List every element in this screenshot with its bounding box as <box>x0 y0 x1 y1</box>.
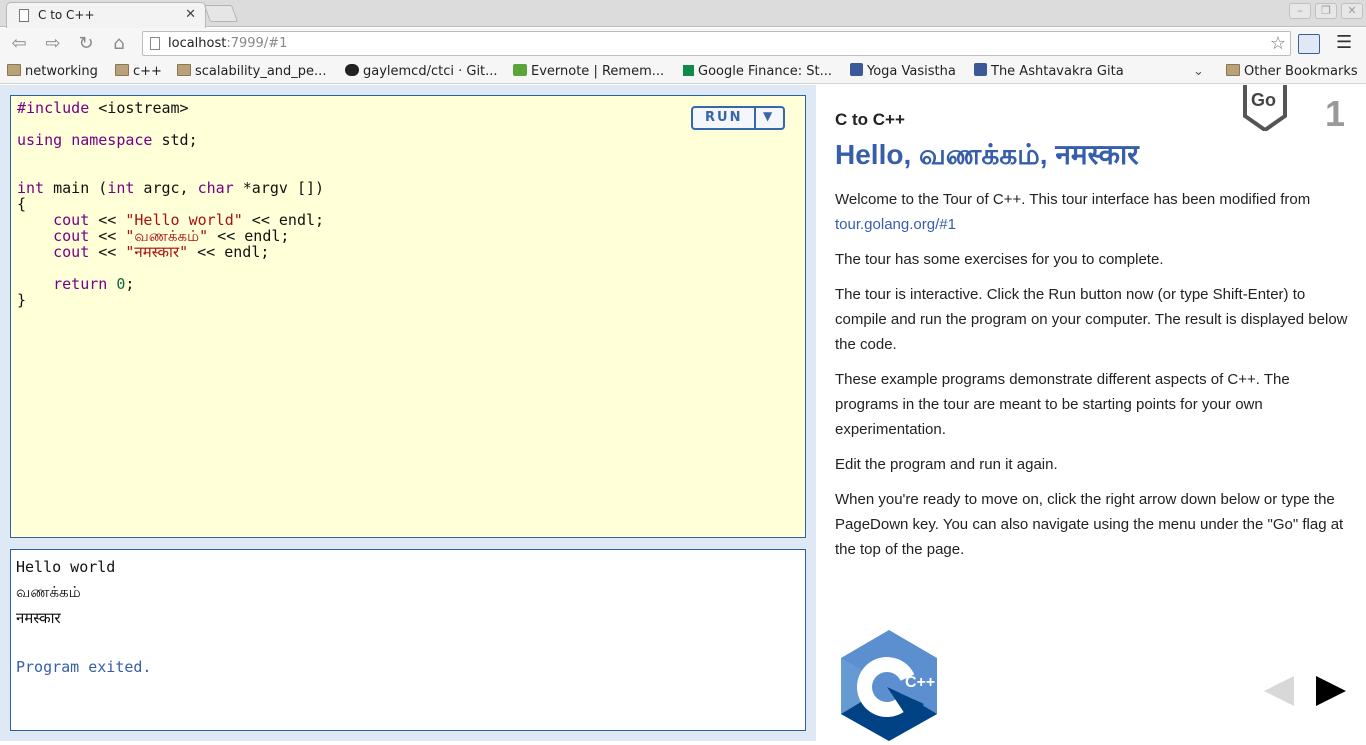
lesson-text: Welcome to the Tour of C++. This tour in… <box>835 187 1351 572</box>
back-icon[interactable]: ⇦ <box>7 32 31 56</box>
cpp-logo: C++ <box>839 630 939 745</box>
run-label: RUN <box>705 110 743 125</box>
output-line: வணக்கம் <box>16 583 81 601</box>
tour-golang-link[interactable]: tour.golang.org/#1 <box>835 216 956 233</box>
go-badge-text: Go <box>1251 90 1276 110</box>
new-tab-button[interactable] <box>203 5 239 22</box>
close-window-icon[interactable]: ✕ <box>1341 3 1363 19</box>
page-icon <box>150 37 160 50</box>
folder-icon <box>115 64 129 76</box>
paragraph: The tour is interactive. Click the Run b… <box>835 286 1348 353</box>
chevron-down-icon[interactable]: ▼ <box>763 109 774 123</box>
page-number: 1 <box>1325 93 1346 134</box>
page-icon <box>19 9 29 22</box>
bookmark-item[interactable]: c++ <box>115 63 162 81</box>
browser-toolbar: ⇦ ⇨ ↻ ⌂ localhost:7999/#1 ☆ ☰ <box>0 28 1366 60</box>
source-code[interactable]: #include <iostream> using namespace std;… <box>17 100 324 308</box>
code-pane: #include <iostream> using namespace std;… <box>0 85 816 741</box>
browser-tab[interactable]: C to C++ ✕ <box>6 2 206 28</box>
bookmark-item[interactable]: gaylemcd/ctci · Git... <box>345 63 498 81</box>
previous-page-arrow-icon[interactable] <box>1262 675 1296 711</box>
code-editor[interactable]: #include <iostream> using namespace std;… <box>10 95 806 538</box>
facebook-icon <box>974 63 987 76</box>
bookmark-item[interactable]: Evernote | Remem... <box>513 63 664 81</box>
url-text: localhost:7999/#1 <box>168 36 288 51</box>
paragraph: The tour has some exercises for you to c… <box>835 251 1164 268</box>
google-finance-icon <box>683 65 694 76</box>
forward-icon[interactable]: ⇨ <box>41 32 65 56</box>
run-button[interactable]: RUN ▼ <box>691 106 785 130</box>
section-title: C to C++ <box>835 110 905 129</box>
menu-icon[interactable]: ☰ <box>1336 32 1352 53</box>
folder-icon <box>7 64 21 76</box>
minimize-icon[interactable]: – <box>1289 3 1311 19</box>
bookmark-item[interactable]: Google Finance: St... <box>683 63 832 81</box>
paragraph: These example programs demonstrate diffe… <box>835 371 1290 438</box>
paragraph: Welcome to the Tour of C++. This tour in… <box>835 191 1311 233</box>
facebook-icon <box>850 63 863 76</box>
github-icon <box>345 64 359 76</box>
bookmarks-bar: networking c++ scalability_and_pe... gay… <box>0 60 1366 84</box>
output-line: नमस्कार <box>16 609 61 627</box>
tab-title: C to C++ <box>38 8 95 22</box>
folder-icon <box>1226 64 1240 76</box>
reload-icon[interactable]: ↻ <box>74 32 98 56</box>
cpp-logo-text: C++ <box>905 674 936 691</box>
lesson-pane: Go 1 C to C++ Hello, வணக்கம், नमस्कार We… <box>816 85 1366 741</box>
evernote-icon <box>513 64 527 76</box>
restore-icon[interactable]: ❐ <box>1315 3 1337 19</box>
home-icon[interactable]: ⌂ <box>107 32 131 56</box>
extension-icon[interactable] <box>1298 34 1320 54</box>
bookmark-item[interactable]: Yoga Vasistha <box>850 63 956 81</box>
other-bookmarks[interactable]: Other Bookmarks <box>1226 63 1358 81</box>
paragraph: Edit the program and run it again. <box>835 456 1058 473</box>
paragraph: When you're ready to move on, click the … <box>835 491 1344 558</box>
program-output: Hello world வணக்கம் नमस्कार Program exit… <box>10 549 806 731</box>
page-title: Hello, வணக்கம், नमस्कार <box>835 139 1139 170</box>
run-button-divider <box>754 108 756 128</box>
folder-icon <box>177 64 191 76</box>
bookmark-star-icon[interactable]: ☆ <box>1270 32 1286 55</box>
close-tab-icon[interactable]: ✕ <box>185 7 196 22</box>
next-page-arrow-icon[interactable] <box>1314 675 1348 711</box>
output-line: Hello world <box>16 558 116 576</box>
bookmark-item[interactable]: scalability_and_pe... <box>177 63 326 81</box>
bookmark-item[interactable]: The Ashtavakra Gita <box>974 63 1124 81</box>
chevron-down-icon[interactable]: ⌄ <box>1193 63 1204 81</box>
program-exited-status: Program exited. <box>16 658 152 676</box>
address-bar[interactable]: localhost:7999/#1 ☆ <box>142 31 1291 56</box>
tab-strip: C to C++ ✕ – ❐ ✕ <box>0 0 1366 28</box>
go-menu-flag[interactable]: Go <box>1243 85 1287 135</box>
bookmark-item[interactable]: networking <box>7 63 98 81</box>
